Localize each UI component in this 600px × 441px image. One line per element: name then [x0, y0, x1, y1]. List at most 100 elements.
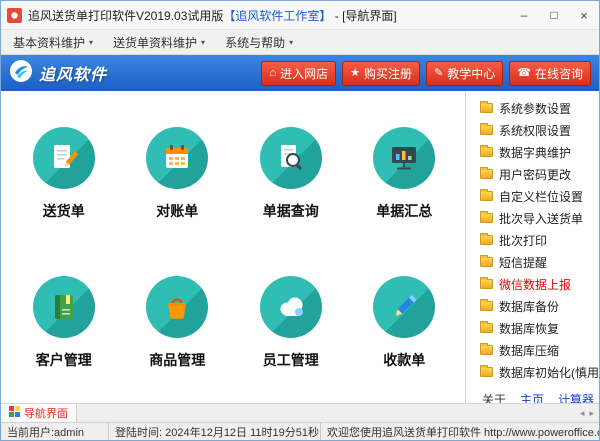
sidebar: 系统参数设置 系统权限设置 数据字典维护 用户密码更改 自定义栏位设置 批次导入… [465, 91, 599, 403]
document-query-icon [260, 127, 322, 189]
menu-label: 系统与帮助 [225, 34, 285, 51]
tile-label: 送货单 [43, 201, 85, 221]
tab-navigation[interactable]: 导航界面 [1, 404, 77, 422]
enter-shop-button[interactable]: ⌂ 进入网店 [261, 61, 336, 86]
tile-document-summary[interactable]: 单据汇总 [348, 99, 462, 248]
menubar: 基本资料维护 ▾ 送货单资料维护 ▾ 系统与帮助 ▾ [1, 30, 599, 55]
tab-label: 导航界面 [24, 405, 68, 421]
tile-receipt[interactable]: 收款单 [348, 248, 462, 397]
toolbar: 追风软件 ⌂ 进入网店 ★ 购买注册 ✎ 教学中心 ☎ 在线咨询 [1, 55, 599, 91]
button-label: 购买注册 [364, 65, 412, 82]
menu-system-help[interactable]: 系统与帮助 ▾ [215, 30, 303, 54]
sidebar-item-db-initialize[interactable]: 数据库初始化(慎用) [466, 361, 599, 383]
folder-icon [480, 125, 493, 135]
document-summary-icon [373, 127, 435, 189]
tile-label: 客户管理 [36, 350, 92, 370]
chevron-down-icon: ▾ [289, 38, 293, 47]
titlebar: 追风送货单打印软件V2019.03试用版【追风软件工作室】 - [导航界面] –… [1, 1, 599, 30]
tab-scroll-right-icon[interactable]: ▸ [589, 408, 594, 419]
tile-delivery-note[interactable]: 送货单 [7, 99, 121, 248]
navigation-tab-icon [9, 406, 20, 420]
delivery-note-icon [33, 127, 95, 189]
folder-icon [480, 257, 493, 267]
sidebar-item-db-backup[interactable]: 数据库备份 [466, 295, 599, 317]
brand-logo-icon [9, 59, 33, 88]
folder-icon [480, 191, 493, 201]
tile-label: 单据汇总 [376, 201, 432, 221]
brand-name: 追风软件 [39, 61, 107, 85]
sidebar-item-system-parameters[interactable]: 系统参数设置 [466, 97, 599, 119]
sidebar-item-system-permissions[interactable]: 系统权限设置 [466, 119, 599, 141]
close-button[interactable]: × [569, 1, 599, 29]
tile-customer-management[interactable]: 客户管理 [7, 248, 121, 397]
status-login-time: 登陆时间: 2024年12月12日 11时19分51秒 [109, 423, 321, 440]
tab-scroll-controls: ◂ ▸ [580, 404, 599, 422]
folder-icon [480, 323, 493, 333]
tab-scroll-left-icon[interactable]: ◂ [580, 408, 585, 419]
sidebar-item-sms-reminder[interactable]: 短信提醒 [466, 251, 599, 273]
receipt-icon [373, 276, 435, 338]
menu-label: 基本资料维护 [13, 34, 85, 51]
folder-icon [480, 213, 493, 223]
chevron-down-icon: ▾ [201, 38, 205, 47]
sidebar-item-batch-import[interactable]: 批次导入送货单 [466, 207, 599, 229]
window-title: 追风送货单打印软件V2019.03试用版【追风软件工作室】 - [导航界面] [28, 7, 509, 24]
sidebar-item-user-password[interactable]: 用户密码更改 [466, 163, 599, 185]
learning-center-button[interactable]: ✎ 教学中心 [426, 61, 503, 86]
tile-product-management[interactable]: 商品管理 [121, 248, 235, 397]
sidebar-item-data-dictionary[interactable]: 数据字典维护 [466, 141, 599, 163]
sidebar-item-db-restore[interactable]: 数据库恢复 [466, 317, 599, 339]
sidebar-item-custom-fields[interactable]: 自定义栏位设置 [466, 185, 599, 207]
online-support-button[interactable]: ☎ 在线咨询 [509, 61, 591, 86]
folder-icon [480, 367, 493, 377]
sidebar-item-db-compress[interactable]: 数据库压缩 [466, 339, 599, 361]
folder-icon [480, 235, 493, 245]
window-title-doc: - [导航界面] [331, 9, 396, 23]
folder-icon [480, 279, 493, 289]
folder-icon [480, 147, 493, 157]
sidebar-item-wechat-report[interactable]: 微信数据上报 [466, 273, 599, 295]
app-icon [7, 8, 22, 23]
support-icon: ☎ [517, 68, 531, 79]
learning-icon: ✎ [434, 68, 443, 79]
menu-label: 送货单资料维护 [113, 34, 197, 51]
register-icon: ★ [350, 68, 360, 79]
button-label: 在线咨询 [535, 65, 583, 82]
status-welcome-message: 欢迎您使用追风送货单打印软件 http://www.poweroffice.co… [321, 423, 599, 440]
folder-icon [480, 103, 493, 113]
tabbar: 导航界面 ◂ ▸ [1, 403, 599, 422]
status-current-user: 当前用户:admin [1, 423, 109, 440]
shop-icon: ⌂ [269, 68, 276, 79]
statement-icon [146, 127, 208, 189]
minimize-button[interactable]: – [509, 1, 539, 29]
tile-statement[interactable]: 对账单 [121, 99, 235, 248]
menu-delivery-note-data-maintenance[interactable]: 送货单资料维护 ▾ [103, 30, 215, 54]
window-controls: – □ × [509, 1, 599, 29]
employee-management-icon [260, 276, 322, 338]
folder-icon [480, 169, 493, 179]
chevron-down-icon: ▾ [89, 38, 93, 47]
app-window: 追风送货单打印软件V2019.03试用版【追风软件工作室】 - [导航界面] –… [0, 0, 600, 441]
tile-label: 收款单 [383, 350, 425, 370]
customer-management-icon [33, 276, 95, 338]
content: 送货单 对账单 [1, 91, 599, 403]
tile-employee-management[interactable]: 员工管理 [234, 248, 348, 397]
statusbar: 当前用户:admin 登陆时间: 2024年12月12日 11时19分51秒 欢… [1, 422, 599, 440]
toolbar-buttons: ⌂ 进入网店 ★ 购买注册 ✎ 教学中心 ☎ 在线咨询 [261, 61, 591, 86]
maximize-button[interactable]: □ [539, 1, 569, 29]
button-label: 进入网店 [280, 65, 328, 82]
sidebar-item-batch-print[interactable]: 批次打印 [466, 229, 599, 251]
folder-icon [480, 301, 493, 311]
button-label: 教学中心 [447, 65, 495, 82]
menu-basic-data-maintenance[interactable]: 基本资料维护 ▾ [3, 30, 103, 54]
tile-document-query[interactable]: 单据查询 [234, 99, 348, 248]
window-title-main: 追风送货单打印软件V2019.03试用版 [28, 9, 223, 23]
tile-label: 员工管理 [263, 350, 319, 370]
tile-label: 单据查询 [263, 201, 319, 221]
tile-label: 商品管理 [149, 350, 205, 370]
tile-label: 对账单 [156, 201, 198, 221]
brand: 追风软件 [9, 59, 107, 88]
buy-register-button[interactable]: ★ 购买注册 [342, 61, 420, 86]
window-title-studio: 【追风软件工作室】 [223, 9, 331, 23]
folder-icon [480, 345, 493, 355]
